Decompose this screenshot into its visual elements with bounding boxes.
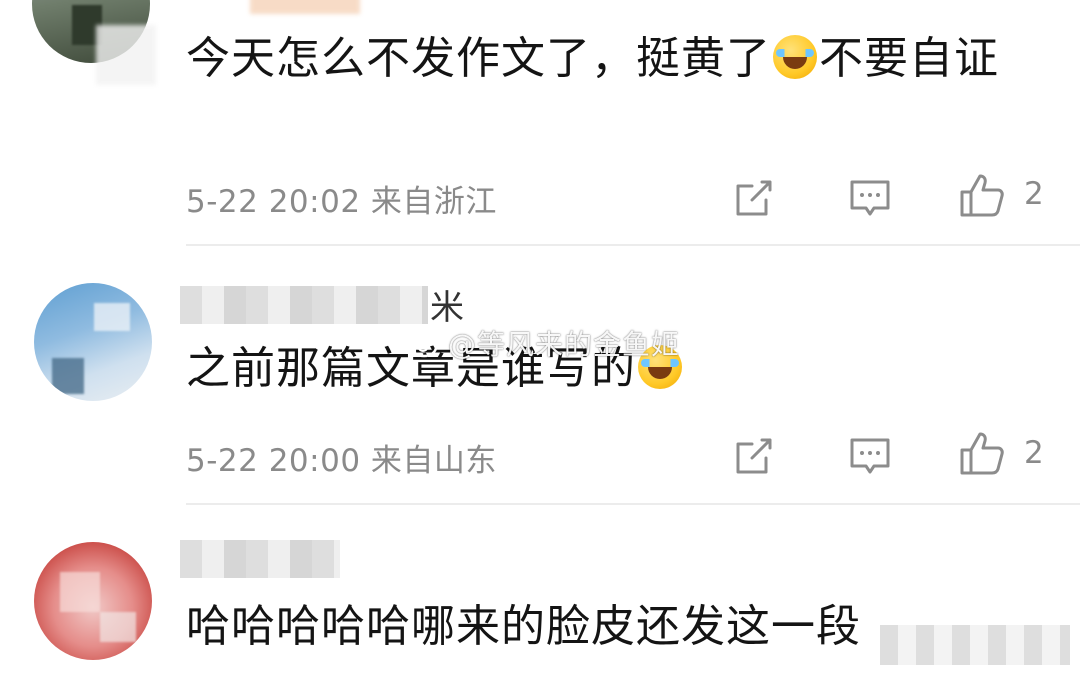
comment-location: 来自山东: [370, 443, 497, 479]
username-blur-patch: [250, 0, 360, 14]
username-fragment: 米: [430, 288, 464, 328]
weibo-logo-icon: [410, 331, 441, 358]
like-count: 2: [1024, 176, 1044, 212]
like-count: 2: [1024, 435, 1044, 471]
comment-meta: 5-22 20:00 来自山东: [186, 435, 497, 480]
comment-text: 今天怎么不发作文了，挺黄了 不要自证: [186, 28, 1026, 90]
like-icon[interactable]: [958, 430, 1006, 478]
username-blurred[interactable]: [180, 286, 428, 324]
avatar-mosaic: [94, 303, 130, 331]
comment-location: 来自浙江: [370, 184, 497, 220]
comment-meta: 5-22 20:02 来自浙江: [186, 176, 497, 221]
comment-icon[interactable]: [848, 434, 892, 478]
divider: [186, 503, 1080, 505]
laugh-cry-emoji-icon: [773, 35, 817, 79]
avatar-mosaic: [52, 358, 84, 394]
avatar-mosaic: [60, 572, 100, 612]
avatar[interactable]: [34, 283, 152, 401]
watermark: @等风来的金鱼姬: [410, 323, 680, 363]
watermark-blur-strip: [880, 625, 1070, 665]
share-icon[interactable]: [732, 176, 776, 220]
comment-text-part: 不要自证: [819, 33, 999, 84]
like-icon[interactable]: [958, 172, 1006, 220]
comment-time: 5-22 20:02: [186, 184, 361, 220]
share-icon[interactable]: [732, 434, 776, 478]
watermark-text: @等风来的金鱼姬: [448, 328, 681, 361]
comment-time: 5-22 20:00: [186, 443, 361, 479]
avatar-mosaic: [100, 612, 136, 642]
comment-icon[interactable]: [848, 176, 892, 220]
username-blurred[interactable]: [180, 540, 340, 578]
comment-text-part: 今天怎么不发作文了，挺黄了: [186, 33, 771, 84]
avatar-blur-patch: [96, 25, 156, 85]
avatar[interactable]: [34, 542, 152, 660]
divider: [186, 244, 1080, 246]
